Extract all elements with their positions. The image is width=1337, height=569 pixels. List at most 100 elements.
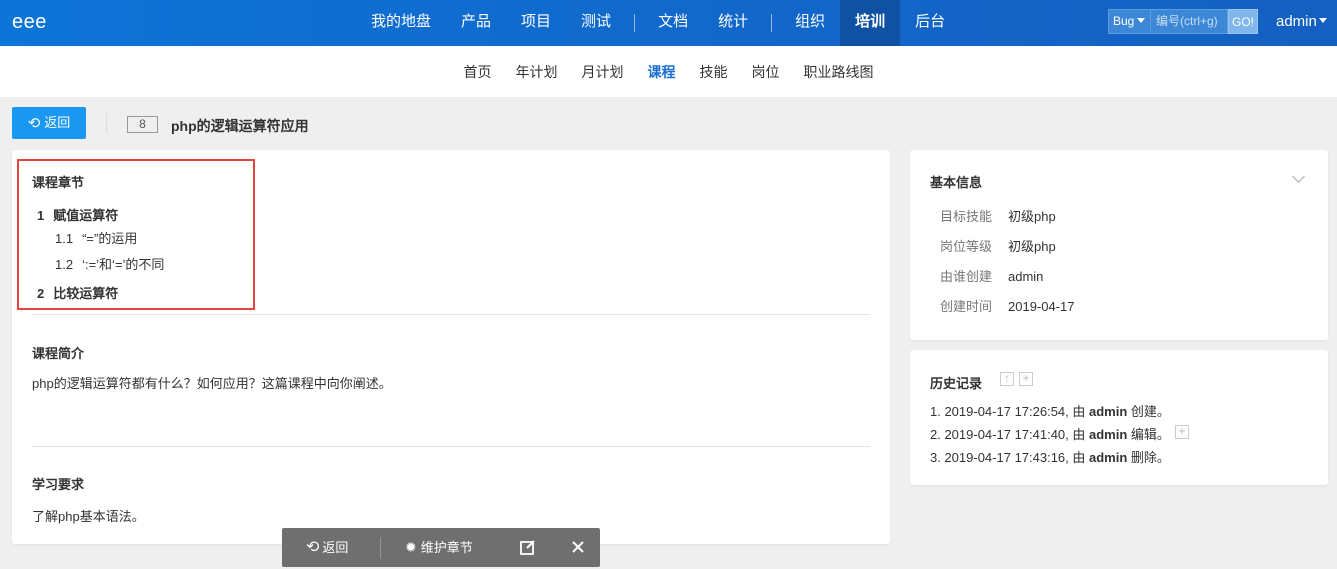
edit-button[interactable] <box>513 528 543 567</box>
back-button[interactable]: ⟲ 返回 <box>12 107 86 139</box>
info-label: 岗位等级 <box>940 239 993 254</box>
chapter-title: 赋值运算符 <box>53 208 119 223</box>
undo-icon: ⟲ <box>306 539 320 556</box>
toolbar-back-label: 返回 <box>322 540 349 555</box>
chapter-number: 2 <box>37 286 45 301</box>
info-label: 目标技能 <box>940 209 993 224</box>
subnav-item-position[interactable]: 岗位 <box>740 62 792 82</box>
subnav-item-home[interactable]: 首页 <box>452 62 504 82</box>
info-row-target-skill: 目标技能 初级php <box>940 206 1056 225</box>
nav-item-my-dashboard[interactable]: 我的地盘 <box>356 0 446 46</box>
chapter-title: ‘:=’和‘=’的不同 <box>82 257 165 272</box>
subnav-item-year-plan[interactable]: 年计划 <box>504 62 570 82</box>
chapter-item[interactable]: 1.2 ‘:=’和‘=’的不同 <box>55 254 164 273</box>
history-prefix: 1. 2019-04-17 17:26:54, 由 <box>930 404 1090 419</box>
course-id-badge: 8 <box>127 116 158 133</box>
history-item: 2. 2019-04-17 17:41:40, 由 admin 编辑。 <box>930 424 1170 443</box>
course-detail-panel: 课程章节 1 赋值运算符 1.1 “=”的运用 1.2 ‘:=’和‘=’的不同 2 比较… <box>12 150 890 544</box>
history-user: admin <box>1089 450 1128 465</box>
expand-icon[interactable]: + <box>1175 425 1189 439</box>
close-icon <box>572 541 584 553</box>
nav-item-report[interactable]: 统计 <box>703 0 763 46</box>
chevron-down-icon[interactable] <box>1292 170 1305 183</box>
section-divider <box>32 446 870 447</box>
maintain-chapters-button[interactable]: ✹ 维护章节 <box>405 528 497 567</box>
caret-down-icon <box>1318 18 1327 23</box>
history-action: 编辑。 <box>1127 427 1170 442</box>
subnav-item-skill[interactable]: 技能 <box>688 62 740 82</box>
search-type-label: Bug <box>1113 14 1135 28</box>
maintain-chapters-label: 维护章节 <box>420 540 473 555</box>
chapter-item[interactable]: 1 赋值运算符 <box>37 205 118 224</box>
history-panel: 历史记录 ↑ + 1. 2019-04-17 17:26:54, 由 admin… <box>910 350 1328 485</box>
basic-info-panel: 基本信息 目标技能 初级php 岗位等级 初级php 由谁创建 admin 创建时间 2… <box>910 150 1328 340</box>
history-user: admin <box>1089 427 1128 442</box>
chapter-title: “=”的运用 <box>82 231 138 246</box>
gear-icon: ✹ <box>405 539 417 555</box>
history-prefix: 2. 2019-04-17 17:41:40, 由 <box>930 427 1090 442</box>
title-divider <box>106 113 107 133</box>
intro-text: php的逻辑运算符都有什么？如何应用？这篇课程中向你阐述。 <box>32 376 392 391</box>
info-value: 2019-04-17 <box>1008 299 1075 314</box>
sub-nav: 首页 年计划 月计划 课程 技能 岗位 职业路线图 <box>0 46 1337 97</box>
delete-button[interactable] <box>563 528 593 567</box>
search-type-select[interactable]: Bug <box>1108 9 1151 34</box>
requirements-text: 了解php基本语法。 <box>32 509 145 524</box>
chapter-item[interactable]: 1.1 “=”的运用 <box>55 228 137 247</box>
page-title: php的逻辑运算符应用 <box>171 118 309 134</box>
chapter-title: 比较运算符 <box>53 286 119 301</box>
info-row-position-level: 岗位等级 初级php <box>940 236 1056 255</box>
nav-item-company[interactable]: 组织 <box>780 0 840 46</box>
chapter-item[interactable]: 2 比较运算符 <box>37 283 118 302</box>
sort-up-icon[interactable]: ↑ <box>1000 372 1014 386</box>
nav-divider <box>634 14 636 32</box>
main-nav: 我的地盘 产品 项目 测试 文档 统计 组织 培训 后台 <box>356 0 960 46</box>
back-label: 返回 <box>44 115 71 130</box>
search-go-button[interactable]: GO! <box>1228 9 1258 34</box>
chapters-title: 课程章节 <box>32 175 85 190</box>
section-divider <box>32 314 870 315</box>
undo-icon: ⟲ <box>27 115 41 132</box>
nav-item-training[interactable]: 培训 <box>840 0 901 46</box>
chapter-number: 1 <box>37 208 45 223</box>
info-label: 由谁创建 <box>940 269 993 284</box>
user-menu[interactable]: admin <box>1276 13 1327 30</box>
caret-down-icon <box>1137 18 1146 23</box>
intro-title: 课程简介 <box>32 346 85 361</box>
nav-item-project[interactable]: 项目 <box>506 0 566 46</box>
info-value: 初级php <box>1008 209 1056 224</box>
search-box: Bug 编号(ctrl+g) GO! <box>1108 9 1258 34</box>
brand-logo[interactable]: eee <box>12 11 47 34</box>
info-value: 初级php <box>1008 239 1056 254</box>
requirements-title: 学习要求 <box>32 477 85 492</box>
search-input[interactable]: 编号(ctrl+g) <box>1151 9 1228 34</box>
history-prefix: 3. 2019-04-17 17:43:16, 由 <box>930 450 1090 465</box>
expand-all-icon[interactable]: + <box>1019 372 1033 386</box>
history-action: 创建。 <box>1127 404 1170 419</box>
history-user: admin <box>1089 404 1128 419</box>
toolbar-back-button[interactable]: ⟲ 返回 <box>306 528 380 567</box>
subnav-item-career-path[interactable]: 职业路线图 <box>792 62 886 82</box>
subnav-item-month-plan[interactable]: 月计划 <box>570 62 636 82</box>
nav-item-doc[interactable]: 文档 <box>643 0 703 46</box>
nav-item-product[interactable]: 产品 <box>446 0 506 46</box>
subnav-item-course[interactable]: 课程 <box>636 62 688 82</box>
history-title: 历史记录 <box>930 376 983 391</box>
nav-item-test[interactable]: 测试 <box>566 0 626 46</box>
action-toolbar: ⟲ 返回 ✹ 维护章节 <box>282 528 600 567</box>
chapter-number: 1.2 <box>55 257 74 272</box>
basic-info-title: 基本信息 <box>930 175 983 190</box>
info-value: admin <box>1008 269 1044 284</box>
history-action: 删除。 <box>1127 450 1170 465</box>
history-item: 1. 2019-04-17 17:26:54, 由 admin 创建。 <box>930 401 1170 420</box>
history-item: 3. 2019-04-17 17:43:16, 由 admin 删除。 <box>930 447 1170 466</box>
nav-item-admin[interactable]: 后台 <box>900 0 960 46</box>
edit-icon <box>520 540 535 555</box>
nav-divider <box>771 14 773 32</box>
chapter-number: 1.1 <box>55 231 74 246</box>
info-label: 创建时间 <box>940 299 993 314</box>
top-header: eee 我的地盘 产品 项目 测试 文档 统计 组织 培训 后台 Bug 编号(… <box>0 0 1337 46</box>
info-row-created-by: 由谁创建 admin <box>940 266 1043 285</box>
user-name: admin <box>1276 13 1317 30</box>
info-row-created-date: 创建时间 2019-04-17 <box>940 296 1075 315</box>
